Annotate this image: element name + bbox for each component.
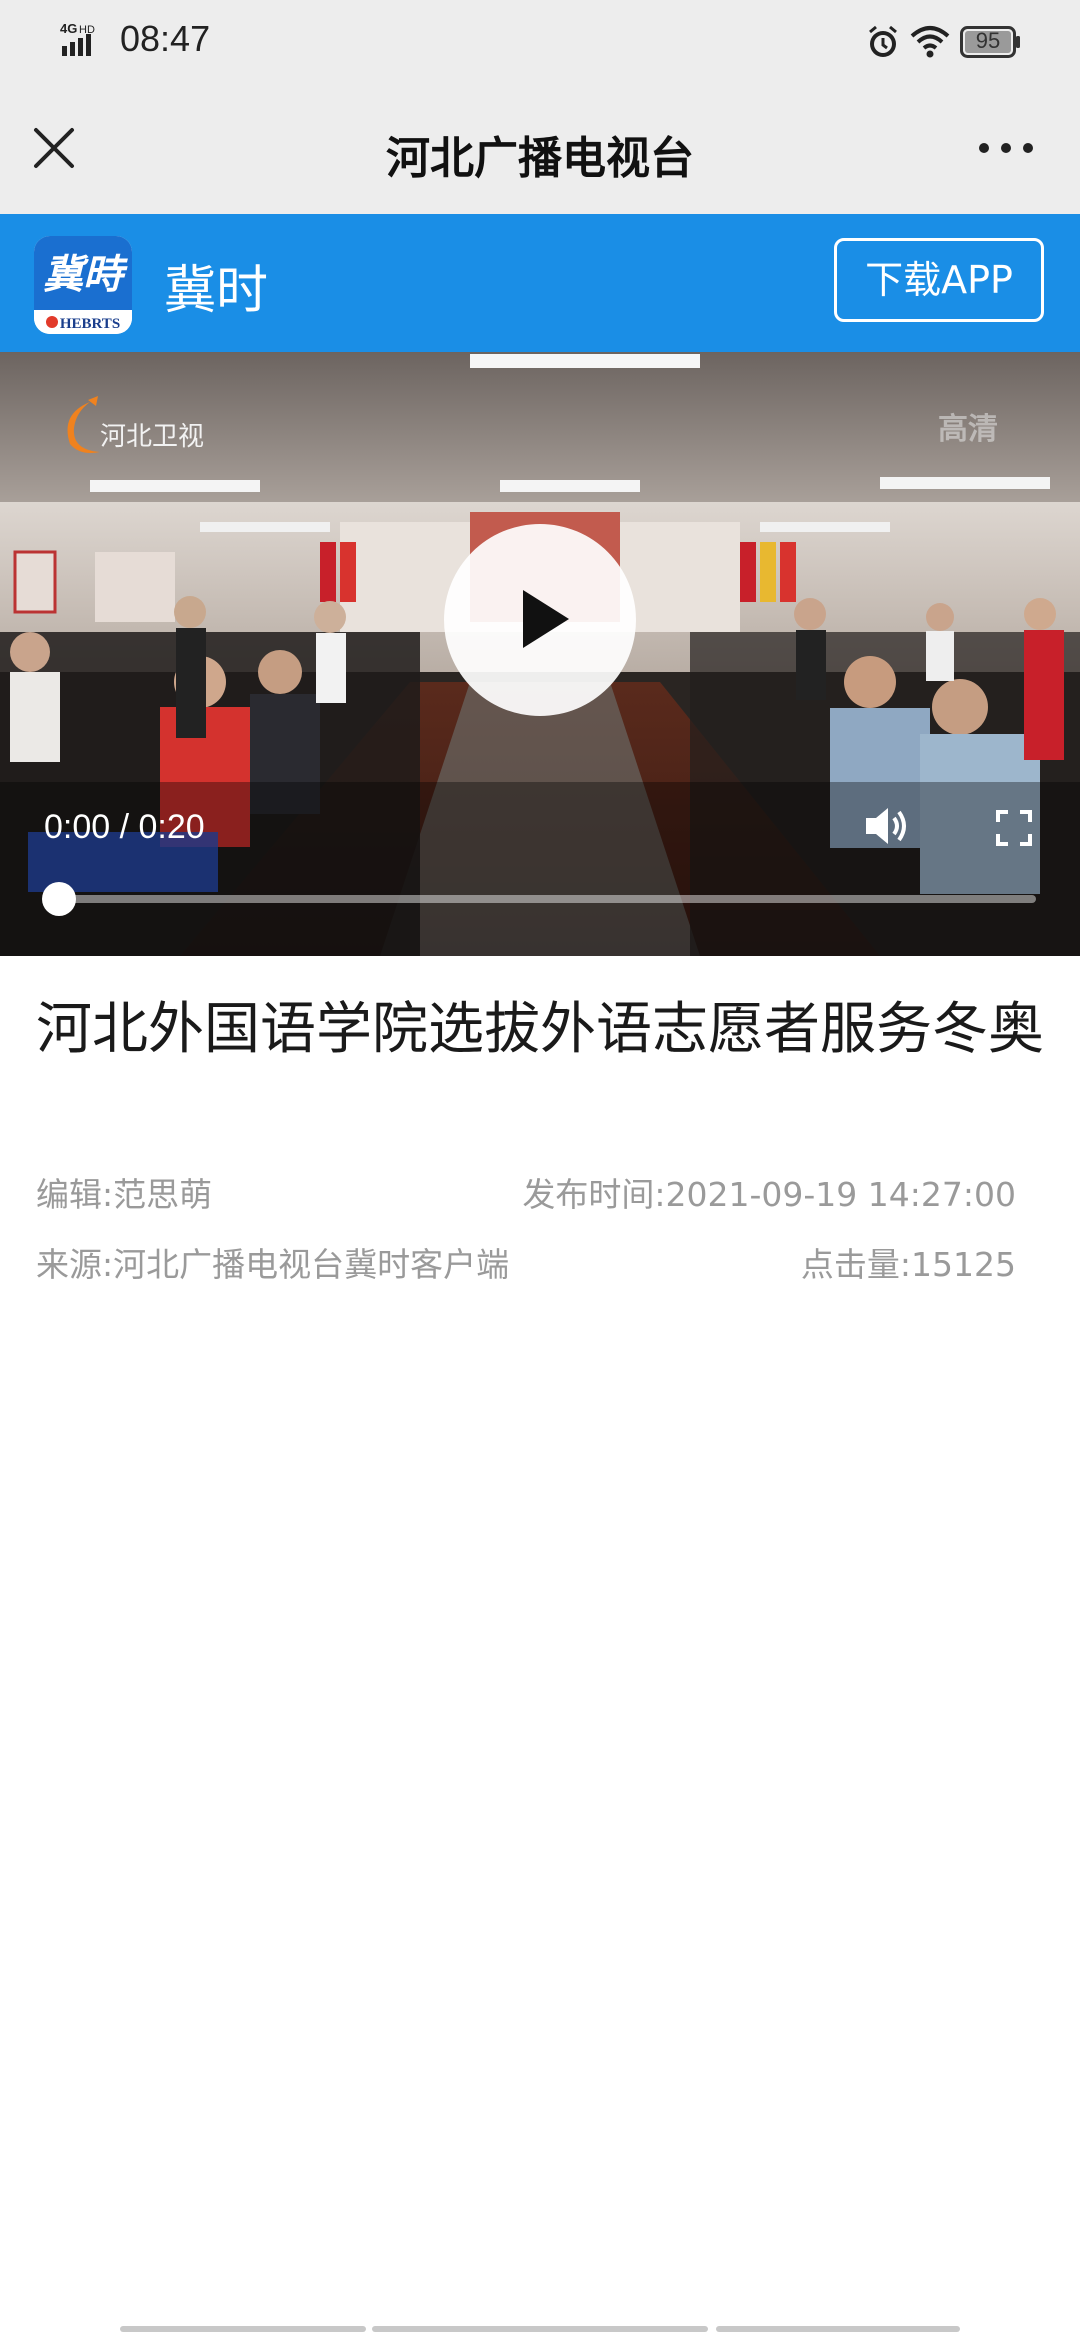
play-button[interactable] xyxy=(444,524,636,716)
article-click-count: 点击量:15125 xyxy=(800,1245,1016,1284)
video-time: 0:00 / 0:20 xyxy=(44,808,205,846)
battery-level: 95 xyxy=(975,28,1001,53)
app-name: 冀时 xyxy=(164,261,269,321)
gesture-segment xyxy=(716,2326,960,2332)
volume-icon[interactable] xyxy=(864,804,910,848)
svg-text:HEBRTS: HEBRTS xyxy=(60,316,120,332)
wifi-icon xyxy=(910,26,950,58)
article-meta-source-row: 来源:河北广播电视台冀时客户端 点击量:15125 xyxy=(36,1238,1016,1288)
article-meta-editor-row: 编辑:范思萌 发布时间:2021-09-19 14:27:00 xyxy=(36,1168,1016,1218)
gesture-segment xyxy=(120,2326,366,2332)
hd-badge: 高清 xyxy=(938,412,998,447)
svg-text:4G: 4G xyxy=(60,21,77,36)
alarm-icon xyxy=(869,25,897,57)
more-options-icon[interactable] xyxy=(976,132,1036,164)
bottom-gesture-indicator xyxy=(0,2326,1080,2332)
cellular-signal-icon: 4G HD xyxy=(60,21,95,56)
fullscreen-icon[interactable] xyxy=(996,810,1032,846)
article-title: 河北外国语学院选拔外语志愿者服务冬奥 xyxy=(36,997,1044,1062)
status-time: 08:47 xyxy=(120,18,211,59)
page-title: 河北广播电视台 xyxy=(386,133,694,184)
video-player[interactable]: 河北卫视 高清 0:00 / 0:20 xyxy=(0,352,1080,956)
play-icon xyxy=(523,590,569,648)
video-progress-thumb[interactable] xyxy=(42,882,76,916)
gesture-segment xyxy=(372,2326,708,2332)
channel-name: 河北卫视 xyxy=(100,422,205,452)
nav-bar: 河北广播电视台 xyxy=(0,84,1080,214)
status-bar: 4G HD 08:47 95 xyxy=(0,0,1080,84)
article-publish-time: 发布时间:2021-09-19 14:27:00 xyxy=(522,1175,1016,1214)
download-app-button[interactable]: 下载APP xyxy=(834,238,1044,322)
svg-text:冀時: 冀時 xyxy=(43,251,128,298)
app-download-banner: 冀時 HEBRTS 冀时 下载APP xyxy=(0,214,1080,352)
article-editor: 编辑:范思萌 xyxy=(36,1175,213,1214)
video-progress-bar[interactable] xyxy=(58,895,1036,903)
app-logo: 冀時 HEBRTS xyxy=(34,236,132,334)
article-source: 来源:河北广播电视台冀时客户端 xyxy=(36,1245,510,1284)
